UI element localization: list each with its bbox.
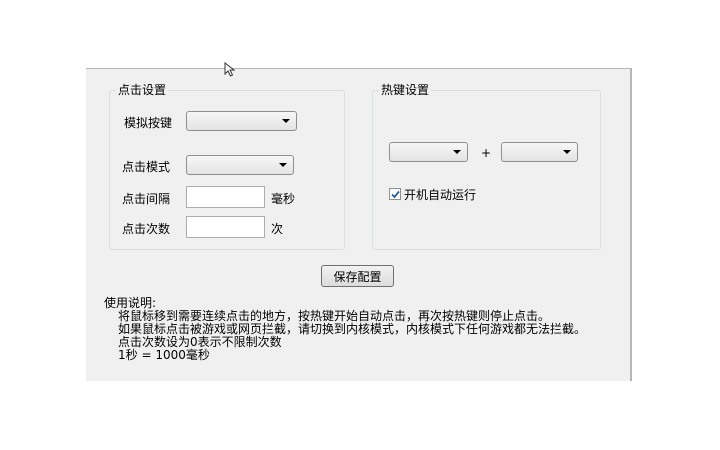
simulate-key-dropdown[interactable]: [186, 111, 297, 131]
autostart-label: 开机自动运行: [404, 188, 477, 202]
simulate-key-label: 模拟按键: [124, 116, 173, 130]
count-input[interactable]: [186, 216, 265, 238]
hotkey-settings-group: 热键设置: [372, 82, 601, 250]
panel-top-edge: [86, 68, 632, 69]
hotkey-plus-sign: +: [481, 146, 492, 160]
save-config-button[interactable]: 保存配置: [321, 265, 394, 287]
click-mode-label: 点击模式: [122, 160, 171, 174]
autostart-checkbox[interactable]: [389, 188, 401, 200]
mouse-cursor-icon: [224, 62, 236, 77]
checkmark-icon: [391, 190, 400, 199]
count-label: 点击次数: [122, 222, 171, 236]
usage-instructions: 使用说明: 将鼠标移到需要连续点击的地方，按热键开始自动点击，再次按热键则停止点…: [104, 297, 586, 362]
panel-right-edge: [630, 68, 632, 381]
interval-unit: 毫秒: [271, 192, 296, 206]
chevron-down-icon: [563, 150, 571, 154]
chevron-down-icon: [453, 150, 461, 154]
click-mode-dropdown[interactable]: [186, 155, 294, 175]
hotkey-modifier-dropdown[interactable]: [389, 142, 468, 162]
click-settings-title: 点击设置: [116, 82, 169, 98]
hotkey-key-dropdown[interactable]: [501, 142, 578, 162]
usage-line-4: 1秒 = 1000毫秒: [118, 348, 210, 362]
hotkey-settings-title: 热键设置: [379, 82, 432, 98]
chevron-down-icon: [282, 119, 290, 123]
count-unit: 次: [271, 222, 284, 236]
interval-input[interactable]: [186, 186, 265, 208]
chevron-down-icon: [279, 163, 287, 167]
interval-label: 点击间隔: [122, 192, 171, 206]
